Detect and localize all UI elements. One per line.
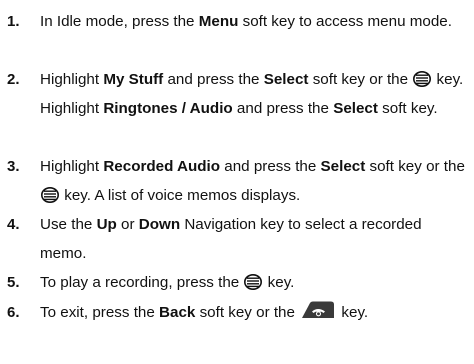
step-text-run: and press the <box>220 158 321 175</box>
step-text-run: and press the <box>232 100 334 117</box>
step-text-run: or <box>116 216 139 233</box>
step-text-run: To play a recording, press the <box>40 274 244 291</box>
step-text-run: Highlight <box>40 158 104 175</box>
key-name: Select <box>333 100 378 117</box>
select-key-icon <box>413 71 432 87</box>
select-key-icon <box>41 187 59 203</box>
step-text: To play a recording, press the key. <box>40 268 472 297</box>
step-text-run: Use the <box>40 216 97 233</box>
key-name: Recorded Audio <box>103 158 221 175</box>
step-text: Use the Up or Down Navigation key to sel… <box>40 210 472 268</box>
end-key-icon <box>300 300 336 320</box>
step-number: 5. <box>7 274 20 291</box>
step-number: 4. <box>7 216 20 233</box>
key-name: Ringtones / Audio <box>103 100 233 117</box>
key-name: Select <box>320 158 366 175</box>
step-text-run: and press the <box>163 71 264 88</box>
step-text-run: soft key or the <box>365 158 465 175</box>
step-text-run: Highlight <box>40 71 104 88</box>
step-text-run: soft key. <box>377 100 438 117</box>
step-text-run: soft key or the <box>308 71 413 88</box>
step-text: In Idle mode, press the Menu soft key to… <box>40 7 472 36</box>
key-name: Select <box>263 71 309 88</box>
step-text: Highlight My Stuff and press the Select … <box>40 65 472 123</box>
step-number: 1. <box>7 13 20 30</box>
step-text-run: key. A list of voice memos displays. <box>60 187 301 204</box>
step-text-run: To exit, press the <box>40 304 160 321</box>
step-text: To exit, press the Back soft key or the … <box>40 298 472 327</box>
step-text-run: soft key to access menu mode. <box>238 13 452 30</box>
select-key-icon <box>244 274 263 290</box>
key-name: Down <box>138 216 181 233</box>
step-number: 2. <box>7 71 20 88</box>
key-name: Back <box>159 304 196 321</box>
step-text: Highlight Recorded Audio and press the S… <box>40 152 472 210</box>
key-name: Menu <box>198 13 239 30</box>
key-name: Up <box>96 216 117 233</box>
step-text-run: In Idle mode, press the <box>40 13 199 30</box>
step-number: 6. <box>7 304 20 321</box>
step-text-run: key. <box>263 274 295 291</box>
step-text-run: key. <box>337 304 369 321</box>
step-number: 3. <box>7 158 20 175</box>
key-name: My Stuff <box>103 71 164 88</box>
step-text-run: soft key or the <box>195 304 300 321</box>
